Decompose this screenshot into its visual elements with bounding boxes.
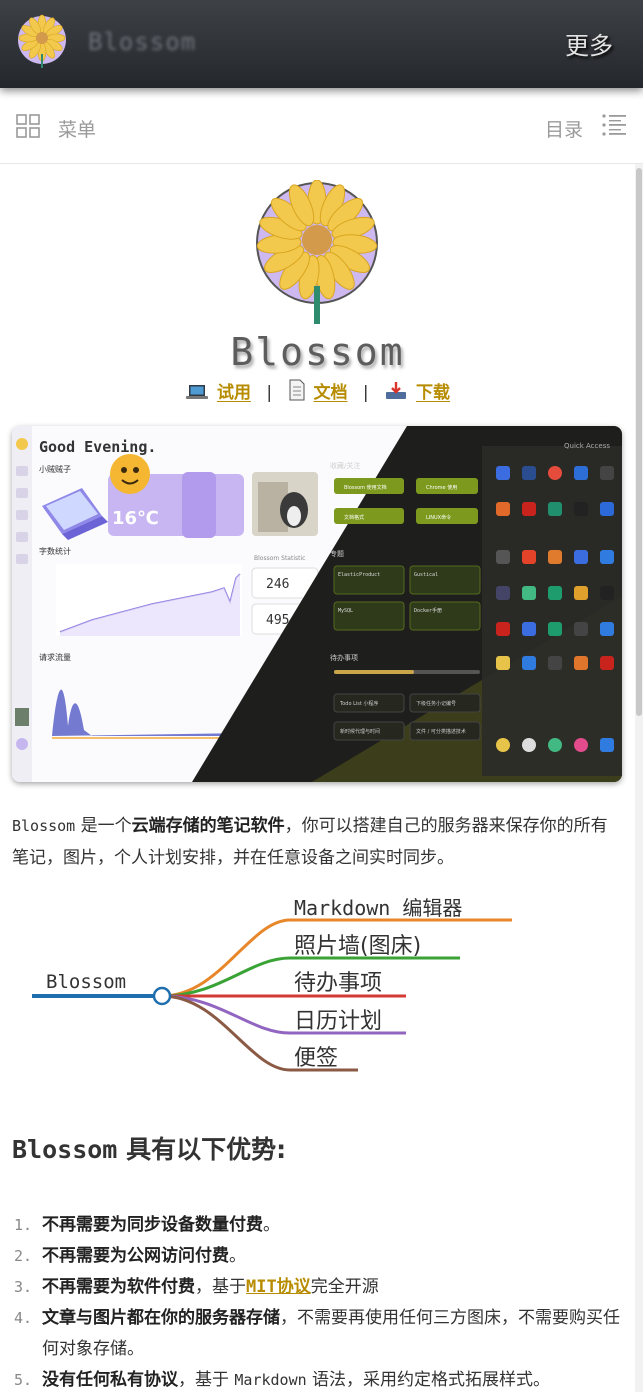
separator: | xyxy=(266,383,273,403)
markdown-code: Markdown xyxy=(234,1371,307,1389)
mindmap-branch-todo: 待办事项 xyxy=(294,971,382,996)
list-item-text: 语法，采用约定格式拓展样式。 xyxy=(306,1370,551,1390)
blossom-stats-text: Blossom Statistic xyxy=(254,555,305,562)
list-item-text: ，基于 xyxy=(195,1277,246,1297)
topic-title-text: 专题 xyxy=(330,549,344,558)
list-item: 3. 不再需要为软件付费，基于MIT协议完全开源 xyxy=(12,1272,624,1303)
mit-license-link[interactable]: MIT协议 xyxy=(246,1277,311,1297)
weather-temp-text: 16℃ xyxy=(112,508,159,529)
advantages-list: 1. 不再需要为同步设备数量付费。 2. 不再需要为公网访问付费。 3. 不再需要为软… xyxy=(12,1210,624,1392)
list-item-text: 。 xyxy=(229,1246,246,1266)
hero-flower-logo-icon xyxy=(256,180,378,324)
list-item-text: ，基于 xyxy=(178,1370,235,1390)
list-number: 4. xyxy=(14,1309,33,1327)
collect-card-0: Blossom 使用文档 xyxy=(344,484,387,491)
list-item-bold: 不再需要为同步设备数量付费 xyxy=(42,1215,263,1235)
collect-card-1: Chrome 使用 xyxy=(426,484,457,491)
separator: | xyxy=(362,383,369,403)
list-icon[interactable] xyxy=(601,112,627,138)
scrollbar-thumb[interactable] xyxy=(636,168,642,716)
topic-3: Docker手册 xyxy=(414,607,442,614)
list-item: 5. 没有任何私有协议，基于 Markdown 语法，采用约定格式拓展样式。 xyxy=(12,1365,624,1392)
topic-0: ElasticProduct xyxy=(338,572,380,578)
list-number: 2. xyxy=(14,1247,33,1265)
mindmap-branch-notes: 便签 xyxy=(294,1046,338,1071)
more-button[interactable]: 更多 xyxy=(565,26,613,61)
list-item: 1. 不再需要为同步设备数量付费。 xyxy=(12,1210,624,1241)
advantages-heading-rest: 具有以下优势: xyxy=(117,1135,287,1164)
mindmap-root: Blossom xyxy=(46,971,126,993)
top-header: Blossom 更多 xyxy=(0,0,643,88)
grid-icon[interactable] xyxy=(16,114,40,138)
intro-bold: 云端存储的笔记软件 xyxy=(131,816,285,836)
list-item-text: 完全开源 xyxy=(310,1277,379,1297)
list-item-text: 。 xyxy=(263,1215,280,1235)
document-icon xyxy=(289,379,304,401)
topic-2: MySQL xyxy=(338,608,353,614)
mindmap-branch-markdown: Markdown 编辑器 xyxy=(294,896,462,920)
download-icon xyxy=(386,382,407,399)
list-number: 3. xyxy=(14,1278,33,1296)
articles-count-text: 246 xyxy=(266,577,289,592)
topic-1: Gustical xyxy=(414,572,438,578)
stats-title-text: 字数统计 xyxy=(39,546,71,556)
menu-button[interactable]: 菜单 xyxy=(58,115,96,142)
list-item: 4. 文章与图片都在你的服务器存储，不需要再使用任何三方图床，不需要购买任何对象存… xyxy=(12,1303,624,1365)
advantages-heading: Blossom 具有以下优势: xyxy=(12,1130,286,1166)
username-text: 小贼贼子 xyxy=(39,464,71,474)
mindmap-branch-calendar: 日历计划 xyxy=(294,1009,382,1034)
advantages-heading-app: Blossom xyxy=(12,1135,118,1164)
intro-text-1: 是一个 xyxy=(75,816,132,836)
try-link[interactable]: 试用 xyxy=(217,383,251,403)
hero-links: 试用 | 文档 | 下载 xyxy=(0,378,635,403)
scrollbar[interactable] xyxy=(635,164,643,1392)
list-item: 2. 不再需要为公网访问付费。 xyxy=(12,1241,624,1272)
collect-title-text: 收藏/关注 xyxy=(330,461,360,470)
list-item-bold: 不再需要为公网访问付费 xyxy=(42,1246,229,1266)
laptop-icon xyxy=(185,385,208,399)
quick-access-text: Quick Access xyxy=(564,442,610,450)
greeting-text: Good Evening. xyxy=(39,438,156,456)
brand-name[interactable]: Blossom xyxy=(88,28,196,56)
todo-2: 新时候代理与时间 xyxy=(340,728,380,735)
mindmap-branch-photos: 照片墙(图床) xyxy=(294,934,421,959)
todo-1: 下级任务小记编号 xyxy=(416,700,456,707)
feature-mindmap: Blossom Markdown 编辑器 照片墙(图床) 待办事项 日历计划 便… xyxy=(32,896,512,1072)
sub-navigation: 菜单 目录 xyxy=(0,88,643,164)
collect-card-3: LINUX命令 xyxy=(426,514,451,521)
todo-title-text: 待办事项 xyxy=(330,653,358,662)
list-item-bold: 没有任何私有协议 xyxy=(42,1370,178,1390)
list-item-bold: 文章与图片都在你的服务器存储 xyxy=(42,1308,280,1328)
list-number: 1. xyxy=(14,1216,33,1234)
docs-link[interactable]: 文档 xyxy=(314,383,348,403)
todo-3: 文件 / 可分类描述技术 xyxy=(416,728,466,735)
app-screenshot-graphic: 16℃ Good Evening. 小贼贼子 字数统计 Blossom Stat… xyxy=(12,426,622,782)
list-number: 5. xyxy=(14,1371,33,1389)
traffic-title-text: 请求流量 xyxy=(39,652,71,662)
download-link[interactable]: 下载 xyxy=(416,383,450,403)
intro-app-name: Blossom xyxy=(12,817,76,835)
photo-count-text: 495 xyxy=(266,613,289,628)
list-item-bold: 不再需要为软件付费 xyxy=(42,1277,195,1297)
app-screenshot: 16℃ Good Evening. 小贼贼子 字数统计 Blossom Stat… xyxy=(12,426,622,782)
toc-button[interactable]: 目录 xyxy=(545,115,583,142)
intro-paragraph: Blossom 是一个云端存储的笔记软件，你可以搭建自己的服务器来保存你的所有笔… xyxy=(12,810,622,874)
hero-title: Blossom xyxy=(230,330,405,374)
todo-0: Todo List 小程序 xyxy=(339,700,378,707)
collect-card-2: 文档格式 xyxy=(344,514,364,521)
blossom-logo-icon[interactable] xyxy=(16,12,68,72)
